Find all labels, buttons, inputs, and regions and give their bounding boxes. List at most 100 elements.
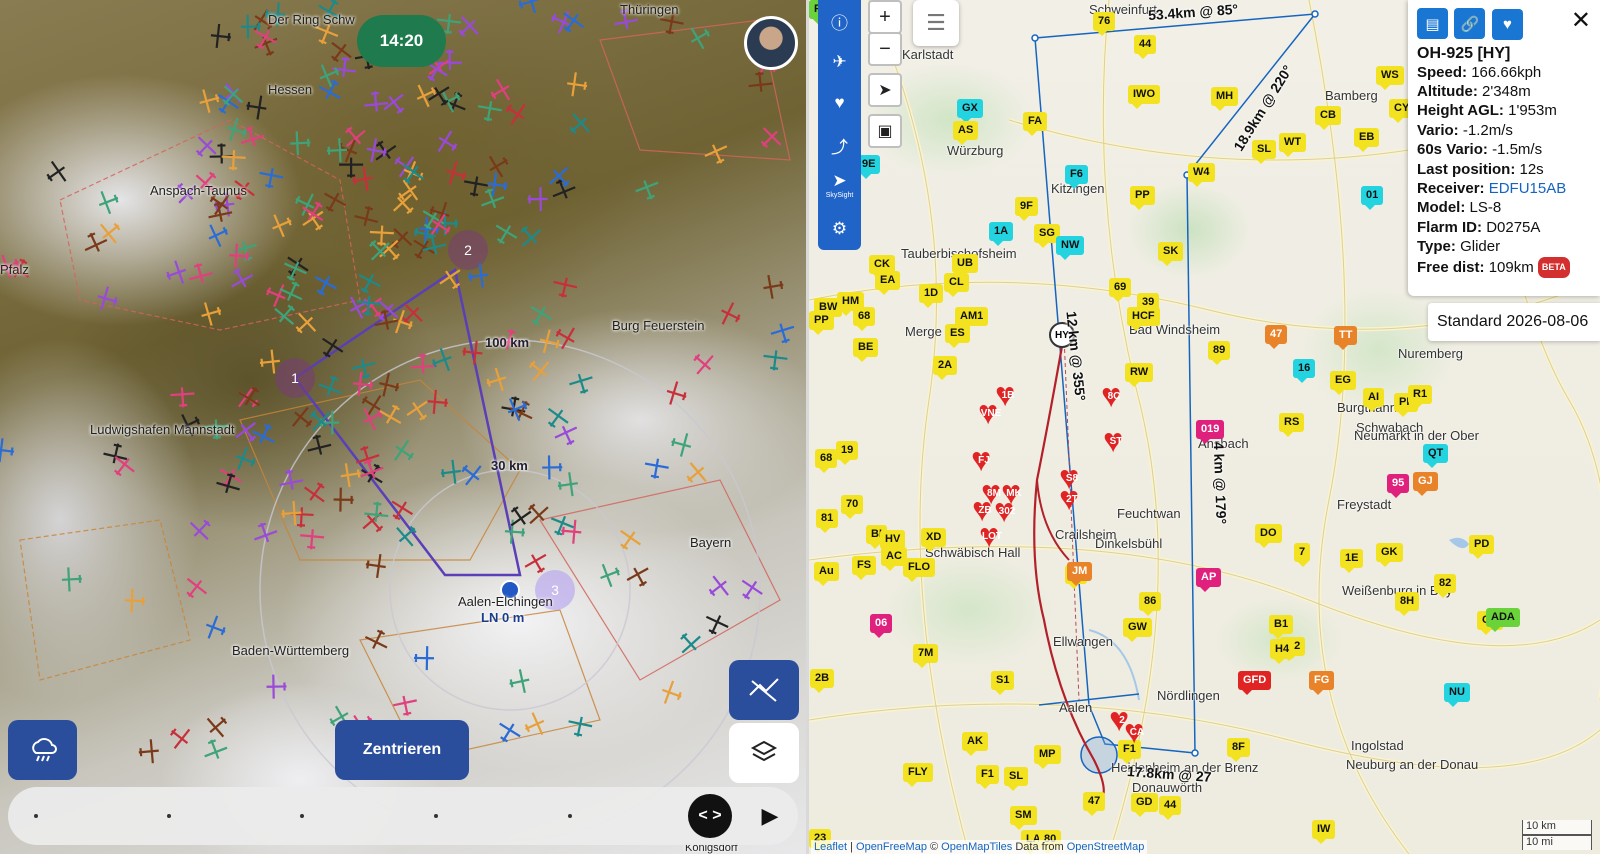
timeline-slider[interactable]: < > ▶ xyxy=(8,787,798,845)
aircraft-tag[interactable]: FS xyxy=(852,556,877,580)
aircraft-tag[interactable]: F6 xyxy=(1065,165,1088,189)
favorite-aircraft-marker[interactable]: 2T xyxy=(1059,487,1085,513)
aircraft-tag[interactable]: RW xyxy=(1125,363,1154,387)
aircraft-tag[interactable]: GX xyxy=(957,99,983,123)
aircraft-tag[interactable]: BE xyxy=(853,338,879,362)
favorite-aircraft-marker[interactable]: ST xyxy=(1103,429,1129,455)
aircraft-tag[interactable]: NU xyxy=(1444,683,1470,707)
aircraft-tag[interactable]: 69 xyxy=(1109,278,1132,302)
aircraft-tag[interactable]: CL xyxy=(944,273,969,297)
aircraft-tag[interactable]: 019 xyxy=(1196,420,1225,444)
aircraft-tag[interactable]: GFD xyxy=(1238,671,1272,695)
aircraft-tag[interactable]: F1 xyxy=(976,765,999,789)
aircraft-tag[interactable]: B1 xyxy=(1269,615,1294,639)
aircraft-tag[interactable]: DO xyxy=(1255,524,1282,548)
locate-button[interactable]: ➤ xyxy=(868,73,902,107)
aircraft-tag[interactable]: W4 xyxy=(1188,163,1215,187)
aircraft-tag[interactable]: 1A xyxy=(989,222,1014,246)
aircraft-tag[interactable]: NW xyxy=(1056,236,1085,260)
sidebar-item-skysight[interactable]: ➤ SkySight xyxy=(818,166,861,204)
play-button[interactable]: ▶ xyxy=(756,802,784,830)
aircraft-tag[interactable]: GW xyxy=(1123,618,1152,642)
link-button[interactable]: 🔗 xyxy=(1454,8,1486,39)
aircraft-tag[interactable]: 68 xyxy=(815,449,838,473)
openstreetmap-link[interactable]: OpenStreetMap xyxy=(1067,841,1145,853)
aircraft-tag[interactable]: TT xyxy=(1334,326,1358,350)
aircraft-tag[interactable]: SL xyxy=(1252,140,1277,164)
aircraft-tag[interactable]: 7M xyxy=(913,644,939,668)
aircraft-tag[interactable]: EG xyxy=(1330,371,1356,395)
aircraft-tag[interactable]: JM xyxy=(1067,562,1093,586)
aircraft-tag[interactable]: 81 xyxy=(816,509,839,533)
zoom-out-button[interactable]: − xyxy=(868,32,902,66)
aircraft-tag[interactable]: AI xyxy=(1363,388,1384,412)
aircraft-tag[interactable]: 68 xyxy=(853,307,876,331)
aircraft-tag[interactable]: PP xyxy=(1130,186,1155,210)
aircraft-tag[interactable]: 1E xyxy=(1340,549,1364,573)
aircraft-tag[interactable]: FG xyxy=(1309,671,1335,695)
aircraft-tag[interactable]: 44 xyxy=(1159,796,1182,820)
sidebar-item-info[interactable]: ⓘ xyxy=(818,2,861,40)
aircraft-tag[interactable]: AS xyxy=(953,121,979,145)
aircraft-tag[interactable]: FLY xyxy=(903,763,933,787)
avatar[interactable] xyxy=(744,16,798,70)
aircraft-tag[interactable]: GJ xyxy=(1413,472,1438,496)
aircraft-tag[interactable]: 16 xyxy=(1293,359,1316,383)
favorite-button[interactable]: ♥ xyxy=(1491,8,1523,40)
aircraft-tag[interactable]: SL xyxy=(1004,767,1029,791)
aircraft-tag[interactable]: 44 xyxy=(1134,35,1157,59)
aircraft-tag[interactable]: QT xyxy=(1423,444,1449,468)
aircraft-tag[interactable]: IW xyxy=(1312,820,1336,844)
aircraft-tag[interactable]: GK xyxy=(1376,543,1403,567)
favorite-aircraft-marker[interactable]: 1B xyxy=(995,383,1021,409)
sidebar-item-settings[interactable]: ⚙ xyxy=(818,210,861,248)
aircraft-tag[interactable]: SK xyxy=(1158,242,1184,266)
aircraft-tag[interactable]: 95 xyxy=(1387,474,1410,498)
aircraft-tag[interactable]: GD xyxy=(1131,793,1158,817)
aircraft-tag[interactable]: 01 xyxy=(1361,186,1384,210)
aircraft-tag[interactable]: ES xyxy=(945,324,970,348)
aircraft-tag[interactable]: 89 xyxy=(1208,341,1231,365)
aircraft-tag[interactable]: S1 xyxy=(991,671,1015,695)
aircraft-tag[interactable]: RS xyxy=(1279,413,1305,437)
aircraft-tag[interactable]: EA xyxy=(875,271,901,295)
aircraft-tag[interactable]: 8H xyxy=(1395,592,1420,616)
close-button[interactable]: ✕ xyxy=(1571,6,1591,35)
leaflet-link[interactable]: Leaflet xyxy=(814,841,847,853)
aircraft-tag[interactable]: WT xyxy=(1279,133,1307,157)
chart-button[interactable]: ▤ xyxy=(1417,8,1448,39)
receiver-link[interactable]: EDFU15AB xyxy=(1489,180,1567,197)
aircraft-tag[interactable]: 82 xyxy=(1434,574,1457,598)
aircraft-tag[interactable]: AP xyxy=(1196,568,1222,592)
timeline-handle[interactable]: < > xyxy=(688,794,732,838)
aircraft-tag[interactable]: CB xyxy=(1315,106,1341,130)
aircraft-tag[interactable]: Au xyxy=(814,562,839,586)
zoom-in-button[interactable]: + xyxy=(868,0,902,34)
favorite-aircraft-marker[interactable]: VNE xyxy=(978,401,1004,427)
task-standard-label[interactable]: Standard 2026-08-06 xyxy=(1428,303,1600,341)
map-layers-button[interactable]: ☰ xyxy=(913,0,959,46)
aircraft-tag[interactable]: HCF xyxy=(1127,307,1160,331)
aircraft-tag[interactable]: UB xyxy=(952,254,978,278)
aircraft-tag[interactable]: ADA xyxy=(1486,608,1520,632)
aircraft-tag[interactable]: 7 xyxy=(1294,543,1311,567)
aircraft-tag[interactable]: MP xyxy=(1034,745,1061,769)
center-button[interactable]: Zentrieren xyxy=(335,720,469,780)
aircraft-tag[interactable]: SM xyxy=(1010,806,1037,830)
aircraft-tag[interactable]: IWO xyxy=(1128,85,1160,109)
aircraft-tag[interactable]: 8F xyxy=(1227,738,1250,762)
sidebar-item-aircraft[interactable]: ✈ xyxy=(818,43,861,81)
aircraft-tag[interactable]: 47 xyxy=(1083,792,1106,816)
aircraft-tag[interactable]: 1D xyxy=(919,284,944,308)
favorite-aircraft-marker[interactable]: LOT xyxy=(979,524,1005,550)
aircraft-tag[interactable]: XD xyxy=(921,528,947,552)
aircraft-tag[interactable]: 70 xyxy=(841,495,864,519)
weather-button[interactable] xyxy=(8,720,77,780)
aircraft-tag[interactable]: H4 xyxy=(1270,640,1295,664)
favorite-aircraft-marker[interactable]: CA xyxy=(1124,720,1150,746)
aircraft-tag[interactable]: 2B xyxy=(810,669,835,693)
aircraft-tag[interactable]: 47 xyxy=(1265,325,1288,349)
measure-button[interactable]: ▣ xyxy=(868,114,902,148)
sidebar-item-task[interactable]: ⤴ xyxy=(818,126,861,164)
aircraft-tag[interactable]: 19 xyxy=(836,441,859,465)
